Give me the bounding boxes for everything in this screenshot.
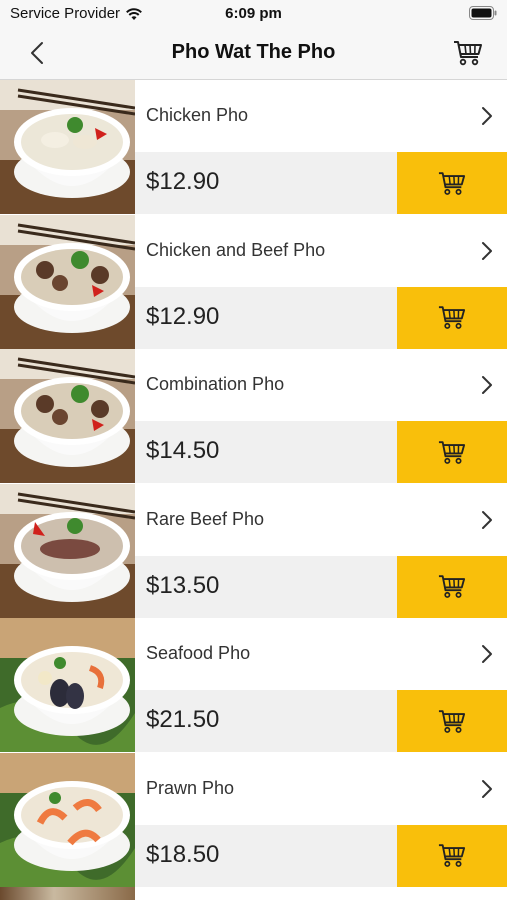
dish-thumbnail[interactable]	[0, 483, 135, 618]
menu-item: Combination Pho $14.50	[0, 349, 507, 484]
add-to-cart-button[interactable]	[397, 555, 507, 618]
dish-thumbnail[interactable]	[0, 618, 135, 752]
chevron-right-icon	[482, 376, 492, 394]
dish-name-row[interactable]: Chicken and Beef Pho	[135, 214, 507, 287]
add-to-cart-button[interactable]	[397, 421, 507, 483]
dish-name: Chicken Pho	[146, 105, 249, 125]
cart-icon	[438, 844, 466, 867]
dish-price: $18.50	[146, 840, 220, 868]
dish-thumbnail[interactable]	[0, 752, 135, 887]
cart-icon	[454, 41, 482, 66]
cart-icon	[438, 440, 466, 464]
add-to-cart-button[interactable]	[397, 690, 507, 752]
nav-bar: Pho Wat The Pho	[0, 28, 507, 80]
menu-item: Prawn Pho $18.50	[0, 752, 507, 888]
dish-name: Rare Beef Pho	[146, 508, 265, 529]
cart-icon	[438, 306, 466, 329]
cart-icon	[438, 709, 466, 733]
dish-price: $13.50	[146, 571, 220, 599]
chevron-right-icon	[482, 645, 492, 663]
dish-name-row[interactable]: Rare Beef Pho	[135, 483, 507, 556]
page-title: Pho Wat The Pho	[171, 41, 336, 63]
menu-item: Rare Beef Pho $13.50	[0, 483, 507, 619]
add-to-cart-button[interactable]	[397, 824, 507, 887]
dish-thumbnail[interactable]	[0, 80, 135, 214]
chevron-right-icon	[482, 241, 492, 260]
chevron-right-icon	[482, 510, 492, 529]
dish-name-row[interactable]: Prawn Pho	[135, 752, 507, 825]
menu-item: Chicken and Beef Pho $12.90	[0, 214, 507, 350]
add-to-cart-button[interactable]	[397, 286, 507, 349]
menu-list: Chicken Pho $12.90 Chicken and Beef Pho …	[0, 80, 507, 900]
dish-thumbnail[interactable]	[0, 214, 135, 349]
dish-name-row[interactable]: Seafood Pho	[135, 618, 507, 690]
dish-name-row[interactable]: Combination Pho	[135, 349, 507, 421]
battery-icon	[469, 6, 497, 20]
add-to-cart-button[interactable]	[397, 152, 507, 214]
menu-item: Seafood Pho $21.50	[0, 618, 507, 753]
dish-thumbnail-partial	[0, 887, 135, 900]
next-menu-item-partial	[0, 887, 507, 900]
dish-thumbnail[interactable]	[0, 349, 135, 483]
cart-button[interactable]	[451, 37, 485, 69]
dish-price: $21.50	[146, 706, 220, 733]
menu-item: Chicken Pho $12.90	[0, 80, 507, 215]
status-time: 6:09 pm	[225, 5, 282, 22]
chevron-right-icon	[482, 779, 492, 798]
dish-name: Seafood Pho	[146, 643, 251, 663]
status-bar: Service Provider 6:09 pm	[0, 0, 507, 28]
dish-name: Combination Pho	[146, 374, 285, 394]
cart-icon	[438, 171, 466, 195]
cart-icon	[438, 575, 466, 598]
dish-price: $12.90	[146, 302, 220, 330]
chevron-right-icon	[482, 107, 492, 125]
dish-name-row[interactable]: Chicken Pho	[135, 80, 507, 152]
dish-name: Prawn Pho	[146, 777, 235, 798]
dish-price: $14.50	[146, 437, 220, 464]
dish-name: Chicken and Beef Pho	[146, 239, 326, 260]
dish-price: $12.90	[146, 168, 220, 195]
